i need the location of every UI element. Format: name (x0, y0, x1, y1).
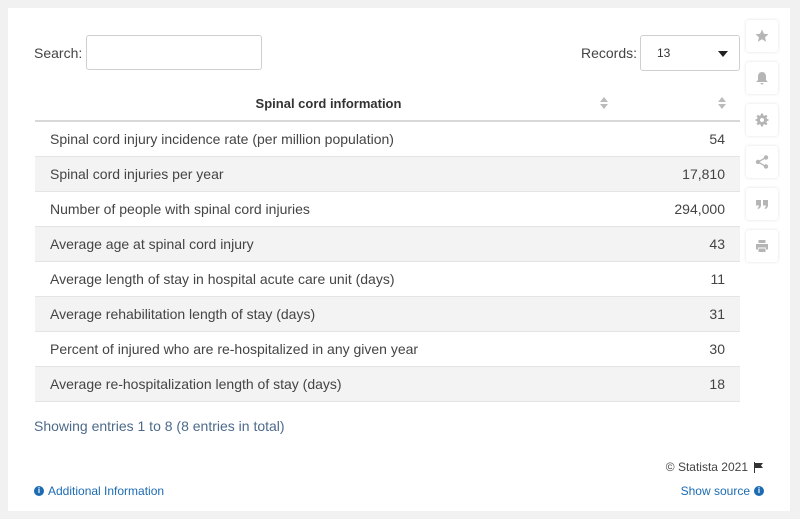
row-label: Average rehabilitation length of stay (d… (35, 296, 622, 332)
row-label: Spinal cord injuries per year (35, 156, 622, 192)
cite-button[interactable] (746, 188, 778, 220)
bell-icon (756, 72, 768, 85)
info-icon: i (754, 486, 764, 496)
table-row: Average rehabilitation length of stay (d… (35, 296, 740, 332)
entries-summary: Showing entries 1 to 8 (8 entries in tot… (34, 418, 285, 434)
column-header-label: Spinal cord information (255, 95, 402, 111)
show-source-label: Show source (680, 484, 750, 498)
settings-button[interactable] (746, 104, 778, 136)
table-row: Spinal cord injuries per year 17,810 (35, 156, 740, 192)
row-label: Spinal cord injury incidence rate (per m… (35, 121, 622, 157)
show-source-link[interactable]: Show source i (681, 484, 764, 498)
row-label: Average re-hospitalization length of sta… (35, 366, 622, 402)
column-header-value[interactable] (622, 86, 740, 122)
quote-icon (756, 200, 768, 209)
flag-icon[interactable] (753, 461, 764, 473)
print-button[interactable] (746, 230, 778, 262)
row-value: 31 (622, 296, 740, 332)
row-label: Percent of injured who are re-hospitaliz… (35, 331, 622, 367)
row-label: Average age at spinal cord injury (35, 226, 622, 262)
action-sidebar (746, 20, 778, 272)
row-value: 11 (622, 261, 740, 297)
sort-icon[interactable] (600, 97, 608, 109)
row-value: 18 (622, 366, 740, 402)
records-select[interactable]: 13 (640, 35, 740, 71)
additional-information-link[interactable]: i Additional Information (34, 484, 164, 498)
table-row: Average length of stay in hospital acute… (35, 261, 740, 297)
row-label: Average length of stay in hospital acute… (35, 261, 622, 297)
sort-icon[interactable] (718, 97, 726, 109)
notification-button[interactable] (746, 62, 778, 94)
table-row: Spinal cord injury incidence rate (per m… (35, 121, 740, 157)
row-value: 17,810 (622, 156, 740, 192)
records-select-value: 13 (657, 46, 671, 60)
chevron-down-icon (718, 51, 728, 57)
search-input[interactable] (86, 35, 262, 70)
gear-icon (755, 113, 769, 127)
favorite-button[interactable] (746, 20, 778, 52)
table-row: Number of people with spinal cord injuri… (35, 191, 740, 227)
table-row: Average age at spinal cord injury 43 (35, 226, 740, 262)
share-icon (755, 155, 769, 169)
column-header-spinal-cord-information[interactable]: Spinal cord information (35, 86, 622, 122)
statistic-card: Search: Records: 13 Spinal cord informat… (8, 8, 790, 511)
star-icon (755, 29, 769, 42)
print-icon (756, 240, 768, 252)
copyright: © Statista 2021 (666, 460, 764, 474)
data-table: Spinal cord information Spinal cord inju… (35, 86, 740, 402)
row-value: 294,000 (622, 191, 740, 227)
search-label: Search: (34, 45, 83, 61)
additional-information-label: Additional Information (48, 484, 165, 498)
share-button[interactable] (746, 146, 778, 178)
table-row: Percent of injured who are re-hospitaliz… (35, 331, 740, 367)
row-value: 30 (622, 331, 740, 367)
table-row: Average re-hospitalization length of sta… (35, 366, 740, 402)
info-icon: i (34, 486, 44, 496)
row-value: 43 (622, 226, 740, 262)
copyright-text: © Statista 2021 (665, 460, 748, 474)
row-value: 54 (622, 121, 740, 157)
records-label: Records: (581, 45, 638, 61)
row-label: Number of people with spinal cord injuri… (35, 191, 622, 227)
